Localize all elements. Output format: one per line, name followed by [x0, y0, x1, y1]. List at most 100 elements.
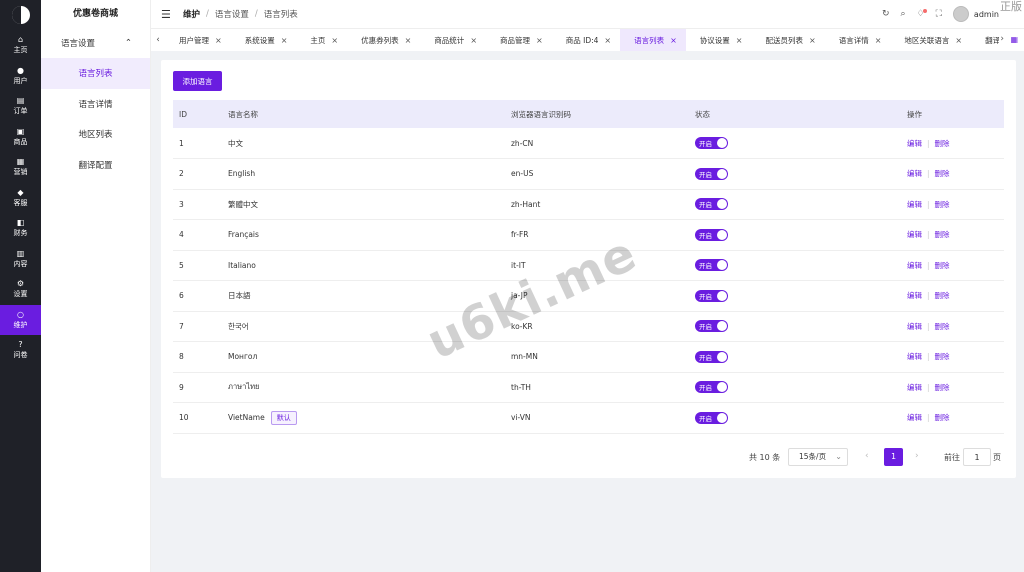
- tab[interactable]: 翻译配置×: [971, 29, 999, 51]
- prev-page-icon[interactable]: ‹: [865, 451, 869, 461]
- next-page-icon[interactable]: ›: [915, 451, 919, 461]
- breadcrumb-item: 语言列表: [263, 10, 298, 20]
- status-toggle[interactable]: 开启: [695, 350, 728, 363]
- delete-button[interactable]: 删除: [935, 322, 950, 331]
- status-toggle[interactable]: 开启: [695, 381, 728, 394]
- tabs-scroll-right-icon[interactable]: ›: [1000, 34, 1004, 44]
- sidebar-item[interactable]: 语言详情: [41, 89, 150, 120]
- tabs-menu-grid-icon[interactable]: ▦: [1010, 35, 1018, 44]
- status-toggle[interactable]: 开启: [695, 167, 728, 180]
- cell-status: 开启: [689, 281, 901, 312]
- tabs-scroll-left-icon[interactable]: ‹: [151, 35, 165, 45]
- close-icon[interactable]: ×: [470, 36, 477, 45]
- rail-item-user[interactable]: ● 用户: [0, 61, 41, 92]
- close-icon[interactable]: ×: [670, 36, 677, 45]
- edit-button[interactable]: 编辑: [907, 352, 922, 361]
- close-icon[interactable]: ×: [875, 36, 882, 45]
- status-toggle[interactable]: 开启: [695, 320, 728, 333]
- rail-item-home[interactable]: ⌂ 主页: [0, 30, 41, 61]
- cell-name: Français: [222, 220, 505, 251]
- sidebar-item[interactable]: 地区列表: [41, 119, 150, 150]
- close-icon[interactable]: ×: [331, 36, 338, 45]
- rail-item-goods[interactable]: ▣ 商品: [0, 122, 41, 153]
- tab[interactable]: 商品管理 ×: [486, 29, 552, 51]
- page-number-current[interactable]: 1: [884, 448, 903, 466]
- status-toggle[interactable]: 开启: [695, 259, 728, 272]
- rail-item-order[interactable]: ▤ 订单: [0, 91, 41, 122]
- delete-button[interactable]: 删除: [935, 383, 950, 392]
- delete-button[interactable]: 删除: [935, 261, 950, 270]
- tab[interactable]: 语言列表 ×: [620, 29, 686, 51]
- cell-code: vi-VN: [511, 413, 531, 423]
- sidebar-item[interactable]: 翻译配置: [41, 150, 150, 181]
- add-language-button[interactable]: 添加语言: [173, 71, 222, 91]
- notification-bell-icon[interactable]: ♢: [917, 9, 927, 19]
- close-icon[interactable]: ×: [604, 36, 611, 45]
- edit-button[interactable]: 编辑: [907, 139, 922, 148]
- close-icon[interactable]: ×: [809, 36, 816, 45]
- breadcrumb-item[interactable]: 语言设置: [215, 8, 249, 20]
- edit-button[interactable]: 编辑: [907, 291, 922, 300]
- goto-page-input[interactable]: [963, 448, 991, 466]
- status-toggle[interactable]: 开启: [695, 198, 728, 211]
- username[interactable]: admin: [974, 10, 999, 19]
- tab[interactable]: 主页 ×: [296, 29, 347, 51]
- refresh-icon[interactable]: ↻: [882, 9, 890, 19]
- tab-label: 商品管理: [500, 35, 531, 45]
- close-icon[interactable]: ×: [405, 36, 412, 45]
- rail-item-content[interactable]: ▥ 内容: [0, 244, 41, 275]
- fullscreen-icon[interactable]: ⛶: [936, 9, 942, 19]
- rail-item-finance[interactable]: ◧ 财务: [0, 213, 41, 244]
- close-icon[interactable]: ×: [536, 36, 543, 45]
- delete-button[interactable]: 删除: [935, 169, 950, 178]
- rail-item-settings[interactable]: ⚙ 设置: [0, 274, 41, 305]
- edit-button[interactable]: 编辑: [907, 230, 922, 239]
- delete-button[interactable]: 删除: [935, 413, 950, 422]
- tab[interactable]: 配送员列表 ×: [752, 29, 825, 51]
- edit-button[interactable]: 编辑: [907, 169, 922, 178]
- tab[interactable]: 优惠券列表 ×: [347, 29, 420, 51]
- delete-button[interactable]: 删除: [935, 291, 950, 300]
- action-divider: |: [927, 321, 930, 331]
- sidebar-group-language-settings[interactable]: 语言设置 ⌃: [41, 28, 150, 58]
- rail-item-service[interactable]: ◆ 客服: [0, 183, 41, 214]
- status-toggle[interactable]: 开启: [695, 289, 728, 302]
- rail-item-survey[interactable]: ? 问卷: [0, 335, 41, 366]
- status-toggle[interactable]: 开启: [695, 228, 728, 241]
- page-unit-label: 页: [993, 453, 1001, 462]
- tab[interactable]: 系统设置 ×: [231, 29, 297, 51]
- rail-item-marketing[interactable]: ▦ 营销: [0, 152, 41, 183]
- search-icon[interactable]: ⌕: [900, 9, 905, 19]
- tab[interactable]: 协议设置 ×: [686, 29, 752, 51]
- sidebar-item[interactable]: 语言列表: [41, 58, 150, 89]
- tab[interactable]: 商品统计 ×: [420, 29, 486, 51]
- toggle-label: 开启: [699, 323, 712, 332]
- breadcrumb-item[interactable]: 维护: [183, 8, 200, 20]
- tab[interactable]: 地区关联语言 ×: [890, 29, 971, 51]
- page-size-select[interactable]: 15条/页 ⌄: [788, 448, 848, 466]
- tab[interactable]: 商品 ID:4 ×: [552, 29, 620, 51]
- tab[interactable]: 用户管理 ×: [165, 29, 231, 51]
- page-size-value: 15条/页: [799, 452, 827, 461]
- delete-button[interactable]: 删除: [935, 200, 950, 209]
- delete-button[interactable]: 删除: [935, 352, 950, 361]
- edit-button[interactable]: 编辑: [907, 200, 922, 209]
- edit-button[interactable]: 编辑: [907, 413, 922, 422]
- goto-label: 前往: [944, 453, 960, 462]
- edit-button[interactable]: 编辑: [907, 383, 922, 392]
- delete-button[interactable]: 删除: [935, 230, 950, 239]
- rail-item-maintenance[interactable]: ○ 维护: [0, 304, 41, 335]
- edit-button[interactable]: 编辑: [907, 261, 922, 270]
- menu-toggle-icon[interactable]: ☰: [161, 8, 175, 21]
- close-icon[interactable]: ×: [215, 36, 222, 45]
- close-icon[interactable]: ×: [281, 36, 288, 45]
- tab[interactable]: 语言详情 ×: [825, 29, 891, 51]
- delete-button[interactable]: 删除: [935, 139, 950, 148]
- close-icon[interactable]: ×: [736, 36, 743, 45]
- status-toggle[interactable]: 开启: [695, 411, 728, 424]
- table-row: 5 Italiano it-IT 开启 编辑 | 删除: [173, 250, 1004, 281]
- close-icon[interactable]: ×: [955, 36, 962, 45]
- edit-button[interactable]: 编辑: [907, 322, 922, 331]
- avatar[interactable]: [952, 6, 969, 22]
- status-toggle[interactable]: 开启: [695, 137, 728, 149]
